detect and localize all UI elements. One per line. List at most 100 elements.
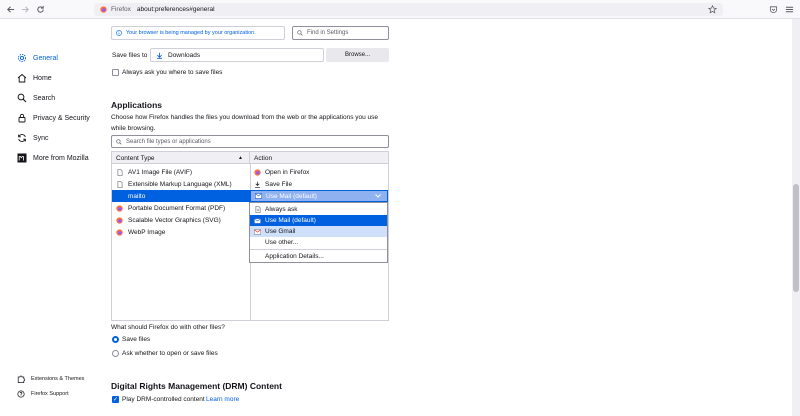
firefox-logo-icon xyxy=(100,6,107,13)
content-type-label: AV1 Image File (AVIF) xyxy=(128,168,193,176)
sidebar-firefox-support[interactable]: Firefox Support xyxy=(17,389,69,399)
action-dropdown[interactable]: Use Mail (default) xyxy=(250,190,388,202)
sidebar-item-home[interactable]: Home xyxy=(17,72,52,84)
sidebar-item-general[interactable]: General xyxy=(17,52,58,64)
table-row[interactable]: AV1 Image File (AVIF) xyxy=(112,166,250,178)
page-scrollbar[interactable] xyxy=(792,19,800,416)
scrollbar-thumb[interactable] xyxy=(793,184,799,292)
firefox-icon xyxy=(116,228,123,236)
play-drm-checkbox[interactable]: ✓ xyxy=(112,396,119,403)
pocket-icon xyxy=(769,6,778,13)
app-menu-button[interactable] xyxy=(783,3,796,16)
play-drm-label: Play DRM-controlled content xyxy=(122,396,205,403)
save-icon xyxy=(254,181,261,188)
table-row-selected[interactable]: mailto xyxy=(112,190,250,202)
lock-icon xyxy=(17,113,27,123)
sidebar-item-label: Sync xyxy=(33,134,49,142)
column-header-content-type[interactable]: Content Type ▲ xyxy=(112,152,250,164)
sidebar-footer-label: Extensions & Themes xyxy=(31,376,85,382)
hamburger-menu-icon xyxy=(785,6,794,13)
content-type-label: Portable Document Format (PDF) xyxy=(128,204,226,212)
file-icon xyxy=(116,180,123,188)
action-dropdown-value: Use Mail (default) xyxy=(266,192,317,200)
firefox-icon xyxy=(116,216,123,224)
download-arrow-icon xyxy=(157,52,162,59)
table-row[interactable]: Extensible Markup Language (XML) xyxy=(112,178,250,190)
url-identity-label: Firefox xyxy=(111,6,131,13)
find-in-settings-input[interactable]: Find in Settings xyxy=(292,26,389,40)
drm-learn-more-link[interactable]: Learn more xyxy=(206,396,239,403)
menu-item-label: Use Gmail xyxy=(265,228,296,235)
menu-item-application-details[interactable]: Application Details... xyxy=(250,251,387,262)
url-bar[interactable]: Firefox about:preferences#general xyxy=(94,3,723,16)
chevron-down-icon xyxy=(375,194,381,198)
search-icon xyxy=(17,93,27,103)
ask-open-save-radio[interactable] xyxy=(112,350,119,357)
mozilla-icon xyxy=(17,153,27,163)
applications-search-input[interactable]: Search file types or applications xyxy=(111,135,389,148)
url-text[interactable]: about:preferences#general xyxy=(137,6,215,13)
table-row[interactable]: WebP Image xyxy=(112,226,250,238)
menu-separator xyxy=(250,249,387,250)
firefox-icon xyxy=(254,168,261,176)
sidebar-item-search[interactable]: Search xyxy=(17,92,55,104)
download-folder-name: Downloads xyxy=(168,51,201,59)
content-type-label: Scalable Vector Graphics (SVG) xyxy=(128,216,221,224)
bookmark-star-button[interactable] xyxy=(706,3,719,16)
sidebar-item-more-mozilla[interactable]: More from Mozilla xyxy=(17,152,89,164)
gmail-icon xyxy=(254,228,261,235)
help-icon xyxy=(17,390,25,398)
browser-toolbar: Firefox about:preferences#general xyxy=(0,0,800,19)
puzzle-icon xyxy=(17,375,25,383)
reload-button[interactable] xyxy=(34,3,47,16)
sidebar-item-label: Privacy & Security xyxy=(33,114,90,122)
menu-item-use-gmail[interactable]: Use Gmail xyxy=(250,226,387,237)
sync-icon xyxy=(17,133,27,143)
menu-item-use-other[interactable]: Use other... xyxy=(250,237,387,248)
download-folder-field: Downloads xyxy=(150,48,324,62)
menu-item-label: Always ask xyxy=(265,206,298,213)
save-files-to-label: Save files to xyxy=(112,52,148,59)
policy-notice[interactable]: Your browser is being managed by your or… xyxy=(111,26,285,40)
ask-icon xyxy=(254,206,261,213)
info-icon xyxy=(116,30,122,36)
forward-button[interactable] xyxy=(19,3,32,16)
action-label: Save File xyxy=(265,180,293,188)
find-placeholder: Find in Settings xyxy=(307,30,349,36)
policy-notice-text: Your browser is being managed by your or… xyxy=(126,30,256,36)
content-type-label: Extensible Markup Language (XML) xyxy=(128,180,232,188)
file-icon xyxy=(116,168,123,176)
sidebar-item-privacy[interactable]: Privacy & Security xyxy=(17,112,90,124)
back-button[interactable] xyxy=(4,3,17,16)
sidebar-item-sync[interactable]: Sync xyxy=(17,132,49,144)
action-cell[interactable]: Open in Firefox xyxy=(250,166,388,178)
mail-app-icon xyxy=(255,193,262,200)
menu-item-always-ask[interactable]: Always ask xyxy=(250,204,387,215)
sidebar-extensions-themes[interactable]: Extensions & Themes xyxy=(17,374,84,384)
applications-description: Choose how Firefox handles the files you… xyxy=(111,114,379,132)
pocket-button[interactable] xyxy=(767,3,780,16)
column-header-label: Action xyxy=(254,154,273,162)
mailto-icon xyxy=(116,193,123,200)
save-files-radio[interactable] xyxy=(112,336,119,343)
table-row[interactable]: Scalable Vector Graphics (SVG) xyxy=(112,214,250,226)
ask-open-save-radio-label: Ask whether to open or save files xyxy=(122,350,218,357)
content-type-label: WebP Image xyxy=(128,228,166,236)
table-row[interactable]: Portable Document Format (PDF) xyxy=(112,202,250,214)
menu-item-use-mail[interactable]: Use Mail (default) xyxy=(250,215,387,226)
firefox-icon xyxy=(116,204,123,212)
sidebar-item-label: General xyxy=(33,54,58,62)
menu-item-label: Use Mail (default) xyxy=(265,217,316,224)
action-cell[interactable]: Save File xyxy=(250,178,388,190)
always-ask-checkbox[interactable] xyxy=(112,69,119,76)
back-arrow-icon xyxy=(7,6,15,13)
search-icon xyxy=(297,30,303,36)
browse-button[interactable]: Browse... xyxy=(326,48,389,62)
applications-heading: Applications xyxy=(111,100,163,110)
gear-icon xyxy=(17,53,27,63)
sidebar-item-label: Home xyxy=(33,74,52,82)
sidebar-footer-label: Firefox Support xyxy=(31,391,69,397)
sidebar-item-label: More from Mozilla xyxy=(33,154,89,162)
column-header-action[interactable]: Action xyxy=(250,152,388,164)
mail-app-icon xyxy=(254,217,261,224)
